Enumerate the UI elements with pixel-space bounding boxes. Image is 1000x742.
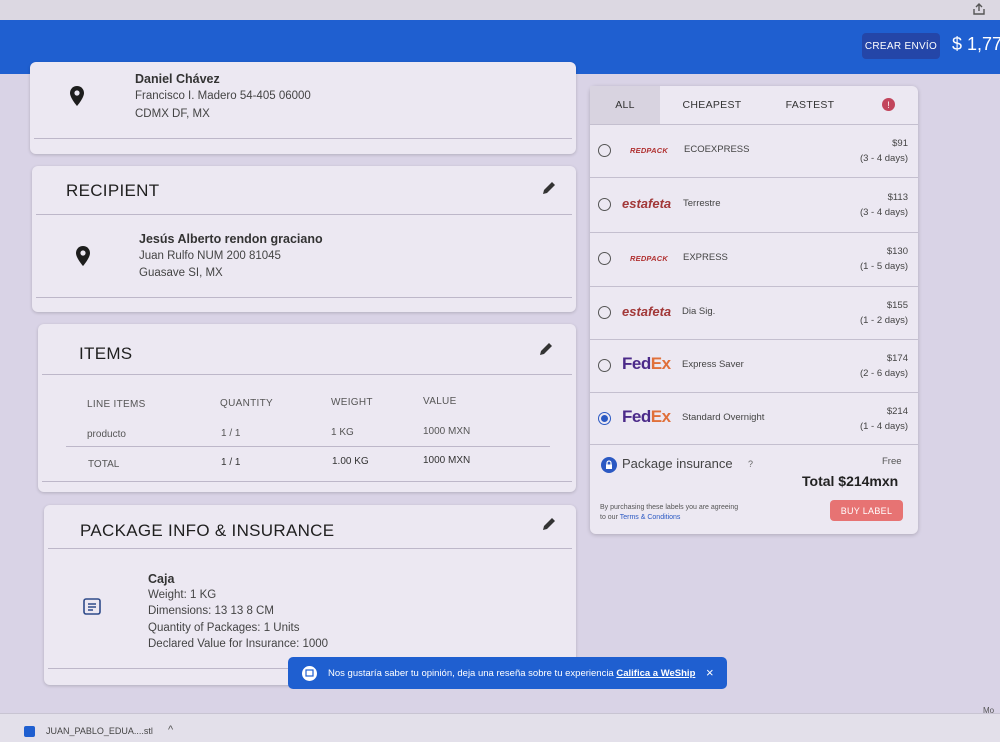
file-icon [24,726,35,737]
divider [42,481,572,482]
chevron-up-icon[interactable]: ^ [168,724,173,736]
rate-price: $91 (3 - 4 days) [859,138,908,164]
buy-label-button[interactable]: BUY LABEL [830,500,903,521]
rate-service-name: EXPRESS [683,252,728,263]
browser-top-strip [0,0,1000,20]
column-header-quantity: QUANTITY [220,398,273,409]
recipient-title: RECIPIENT [66,181,160,200]
package-title: PACKAGE INFO & INSURANCE [80,521,335,540]
insurance-price: Free [882,456,902,467]
edit-recipient-pencil-icon[interactable] [541,180,557,196]
chat-icon [302,666,317,681]
account-balance: $ 1,77 [952,34,1000,54]
terms-link[interactable]: Terms & Conditions [620,514,681,521]
estafeta-logo: estafeta [622,304,672,319]
divider [36,214,572,215]
recipient-address-line1: Juan Rulfo NUM 200 81045 [139,250,281,262]
edit-items-pencil-icon[interactable] [538,341,554,357]
sender-address-line1: Francisco I. Madero 54-405 06000 [135,90,311,102]
divider [590,444,918,445]
package-name: Caja [148,572,175,586]
rate-service-name: Dia Sig. [682,306,716,317]
rate-weship-link[interactable]: Califica a WeShip [616,668,695,679]
location-pin-icon [76,246,90,266]
divider [36,297,572,298]
package-declared-value: Declared Value for Insurance: 1000 [148,638,329,650]
rate-option-row-selected[interactable]: FedEx Standard Overnight $214 (1 - 4 days… [590,392,918,445]
rate-radio-button[interactable] [598,144,611,157]
column-header-line-items: LINE ITEMS [87,399,146,410]
tab-fastest[interactable]: FASTEST [764,86,856,124]
rate-service-name: Standard Overnight [682,412,765,423]
show-more-link[interactable]: Mo [983,706,994,715]
redpack-logo: REDPACK [630,146,668,155]
rate-radio-button-selected[interactable] [598,412,611,425]
divider [42,374,572,375]
recipient-name: Jesús Alberto rendon graciano [139,232,323,246]
sender-name: Daniel Chávez [135,72,220,86]
rate-option-row[interactable]: REDPACK EXPRESS $130 (1 - 5 days) [590,232,918,285]
rate-service-name: Express Saver [682,359,744,370]
item-quantity-cell: 1 / 1 [221,428,241,439]
fedex-logo: FedEx [622,407,671,426]
rate-price: $174 (2 - 6 days) [859,353,908,379]
share-icon[interactable] [972,2,986,19]
package-dimensions: Dimensions: 13 13 8 CM [148,605,274,617]
lock-icon [601,457,617,473]
sender-address-line2: CDMX DF, MX [135,108,210,120]
terms-text: By purchasing these labels you are agree… [600,504,739,521]
redpack-logo: REDPACK [630,254,668,263]
location-pin-icon [70,86,84,106]
estafeta-logo: estafeta [622,196,672,211]
column-header-weight: WEIGHT [331,397,373,408]
item-weight-cell: 1 KG [331,427,354,438]
rate-radio-button[interactable] [598,359,611,372]
close-icon[interactable]: × [706,665,714,680]
rate-option-row[interactable]: FedEx Express Saver $174 (2 - 6 days) [590,339,918,392]
divider [34,138,572,139]
rate-option-row[interactable]: REDPACK ECOEXPRESS $91 (3 - 4 days) [590,124,918,177]
rate-option-row[interactable]: estafeta Dia Sig. $155 (1 - 2 days) [590,286,918,339]
package-weight: Weight: 1 KG [148,589,217,601]
item-value-cell: 1000 MXN [423,426,471,437]
sender-card [30,62,576,154]
total-quantity: 1 / 1 [221,457,241,468]
create-shipment-button[interactable]: CREAR ENVÍO [862,33,940,59]
total-price: Total $214mxn [802,473,899,489]
divider [48,548,572,549]
item-name-cell: producto [87,429,126,440]
total-weight: 1.00 KG [332,456,369,467]
rate-radio-button[interactable] [598,306,611,319]
edit-package-pencil-icon[interactable] [541,516,557,532]
rate-price: $130 (1 - 5 days) [859,246,908,272]
rate-service-name: ECOEXPRESS [684,144,750,155]
column-header-value: VALUE [423,396,457,407]
rate-price: $155 (1 - 2 days) [859,300,908,326]
recipient-address-line2: Guasave SI, MX [139,267,223,279]
package-insurance-label: Package insurance [622,456,733,471]
rate-price: $113 (3 - 4 days) [859,192,908,218]
fedex-logo: FedEx [622,354,671,373]
package-quantity: Quantity of Packages: 1 Units [148,622,300,634]
rate-radio-button[interactable] [598,198,611,211]
rate-radio-button[interactable] [598,252,611,265]
total-value: 1000 MXN [423,455,471,466]
rate-filter-tabs: ALL CHEAPEST FASTEST ! [590,86,918,124]
rate-service-name: Terrestre [683,198,721,209]
divider [66,446,550,447]
help-icon[interactable]: ? [748,459,753,469]
feedback-toast: Nos gustaría saber tu opinión, deja una … [288,657,727,689]
tab-cheapest[interactable]: CHEAPEST [660,86,764,124]
items-title: ITEMS [79,344,133,363]
rate-option-row[interactable]: estafeta Terrestre $113 (3 - 4 days) [590,178,918,231]
tab-all[interactable]: ALL [590,86,660,124]
download-file-name[interactable]: JUAN_PABLO_EDUA....stl [46,726,153,736]
package-box-icon [82,596,102,616]
alert-icon[interactable]: ! [882,98,895,111]
toast-message: Nos gustaría saber tu opinión, deja una … [328,668,696,679]
total-label: TOTAL [88,459,120,470]
rate-price: $214 (1 - 4 days) [859,406,908,432]
